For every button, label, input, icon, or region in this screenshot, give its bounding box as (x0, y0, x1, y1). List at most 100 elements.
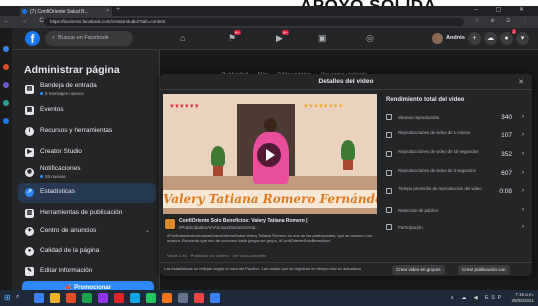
groups-icon[interactable]: ◎ (366, 33, 374, 44)
app-icon[interactable] (3, 118, 9, 124)
facebook-logo-icon[interactable]: f (25, 31, 40, 46)
close-icon[interactable]: ✕ (518, 78, 524, 86)
chrome-icon[interactable] (210, 293, 220, 303)
footer-note: Las estadísticas se reflejan según la ho… (164, 266, 361, 271)
app-icon[interactable] (82, 293, 92, 303)
bunting-icon: ▼▼▼▼▼▼ (169, 104, 200, 110)
screen: (7) ConfiOriente Salud B... × + – ▢ ✕ ← … (0, 6, 538, 306)
play-button[interactable] (257, 143, 281, 167)
metric-value: 607 (501, 170, 512, 177)
pages-icon[interactable]: ⚑ 9+ (228, 30, 241, 44)
window-controls[interactable]: – ▢ ✕ (475, 6, 532, 13)
globe-icon: ◉ (25, 168, 34, 177)
sidebar-item-creator-studio[interactable]: ▶ Creator Studio (18, 143, 156, 163)
search-input[interactable]: ⌕ Buscar en Facebook (45, 31, 133, 46)
account-menu-icon[interactable]: ▾ (516, 32, 529, 45)
creator-studio-icon: ▶ (25, 148, 34, 157)
app-icon[interactable] (3, 46, 9, 52)
metric-row[interactable]: Retención de público › (382, 203, 528, 219)
metric-row[interactable]: Reproducciones de video de 10 segundos 3… (382, 147, 528, 163)
home-icon[interactable]: ⌂ (180, 33, 185, 43)
video-icon (386, 132, 392, 138)
watch-icon[interactable]: ▶ 9+ (276, 30, 289, 44)
publishing-tools-icon: ▥ (25, 209, 34, 218)
app-icon[interactable] (114, 293, 124, 303)
marketplace-icon[interactable]: ▣ (318, 33, 327, 44)
app-icon[interactable] (66, 293, 76, 303)
sidebar-item-inbox[interactable]: ▤ Bandeja de entrada 5 mensajes nuevos (18, 80, 156, 100)
messenger-icon[interactable]: ☁ (484, 32, 497, 45)
app-icon[interactable] (130, 293, 140, 303)
windows-start-icon[interactable]: ⊞ (4, 293, 11, 302)
pages-badge: 9+ (234, 30, 241, 35)
metric-value: 340 (501, 114, 512, 121)
url-field[interactable]: https://business.facebook.com/creatorstu… (44, 18, 464, 26)
sidebar-item-sub: 5 mensajes nuevos (40, 91, 84, 96)
clock[interactable]: 7:19 a.m. 29/05/2021 (511, 292, 534, 304)
metric-row[interactable]: Tiempo promedio de reproducción del vide… (382, 184, 528, 200)
sidebar-item-label: Notificaciones (40, 165, 81, 172)
notifications-icon[interactable]: ● 2 (500, 29, 516, 45)
search-icon[interactable]: ⌕ (16, 294, 19, 301)
address-bar-row: ← → C https://business.facebook.com/crea… (0, 16, 538, 28)
info-icon: i (25, 127, 34, 136)
chevron-right-icon: › (522, 132, 524, 138)
video-icon (386, 170, 392, 176)
app-icon[interactable] (162, 293, 172, 303)
page-avatar (165, 219, 175, 229)
create-post-button[interactable]: Crear publicación con (458, 265, 510, 275)
modal-footer: Las estadísticas se reflejan según la ho… (160, 262, 532, 276)
sidebar-item-insights[interactable]: ↗ Estadísticas (18, 183, 156, 203)
app-icon[interactable] (3, 100, 9, 106)
sidebar-item-notifications[interactable]: ◉ Notificaciones 26 nuevas (18, 163, 156, 183)
video-icon (386, 151, 392, 157)
system-tray-icons[interactable]: ∧ ☁ ◀ ESP (450, 295, 504, 301)
sidebar-item-ad-center[interactable]: ✦ Centro de anuncios ⌄ (18, 222, 156, 242)
modal-title: Detalles del video (318, 78, 374, 85)
chevron-down-icon: ⌄ (144, 228, 150, 234)
browser-nav-buttons[interactable]: ← → C (4, 18, 49, 24)
app-icon[interactable] (146, 293, 156, 303)
tab-title: (7) ConfiOriente Salud B... (30, 9, 89, 15)
app-icon[interactable] (34, 293, 44, 303)
sidebar-item-publishing-tools[interactable]: ▥ Herramientas de publicación (18, 204, 156, 224)
metric-label: Retención de público (398, 208, 439, 213)
app-icon[interactable] (194, 293, 204, 303)
app-icon[interactable] (3, 82, 9, 88)
plant-icon (341, 140, 355, 160)
video-player[interactable]: ▼▼▼▼▼▼ ▼▼▼▼▼▼▼▼ Valery Tatiana Romero Fe… (163, 94, 377, 214)
sidebar-item-label: Recursos y herramientas (40, 127, 113, 134)
avatar (432, 33, 443, 44)
post-info: ConfiOriente Solo Beneficios: Valery Tat… (163, 217, 377, 258)
metric-row[interactable]: Reproducciones de video de 1 minuto 107 … (382, 128, 528, 144)
metric-value: 107 (501, 132, 512, 139)
sidebar-item-resources[interactable]: i Recursos y herramientas (18, 122, 156, 142)
metric-label: Reproducciones de video de 1 minuto (398, 130, 471, 135)
inbox-icon: ▤ (25, 85, 34, 94)
chevron-right-icon: › (522, 151, 524, 157)
metric-row[interactable]: Minutos reproducidos 340 › (382, 110, 528, 126)
windows-taskbar: ⊞ ⌕ ∧ ☁ ◀ ESP 7:19 a.m. 29/05/2021 (0, 290, 538, 306)
post-title[interactable]: ConfiOriente Solo Beneficios: Valery Tat… (179, 218, 308, 224)
metric-label: Tiempo promedio de reproducción del vide… (398, 186, 482, 191)
profile-button[interactable]: Andrés (430, 32, 471, 45)
pot-icon (343, 160, 353, 170)
folder-icon[interactable] (50, 293, 60, 303)
app-icon[interactable] (98, 293, 108, 303)
sidebar-item-page-quality[interactable]: ● Calidad de la página (18, 242, 156, 262)
sidebar-item-edit-info[interactable]: ✎ Editar información (18, 262, 156, 282)
app-icon[interactable] (3, 64, 9, 70)
app-icon[interactable] (178, 293, 188, 303)
close-tab-icon[interactable]: × (106, 8, 109, 14)
extension-icons[interactable]: ☆ ⊕ ☰ ⋮ (475, 18, 532, 24)
new-tab-button[interactable]: + (116, 6, 120, 13)
create-in-groups-button[interactable]: Crear video en grupos (392, 265, 445, 275)
browser-tab[interactable]: (7) ConfiOriente Salud B... × (20, 7, 112, 16)
metric-row[interactable]: Participación › (382, 220, 528, 236)
metric-row[interactable]: Reproducciones de video de 3 segundos 60… (382, 166, 528, 182)
sidebar-item-label: Calidad de la página (40, 247, 100, 254)
sidebar-item-events[interactable]: ▦ Eventos (18, 101, 156, 121)
sidebar-item-sub: 26 nuevas (40, 174, 66, 179)
create-icon[interactable]: + (468, 32, 481, 45)
ad-center-icon: ✦ (25, 227, 34, 236)
